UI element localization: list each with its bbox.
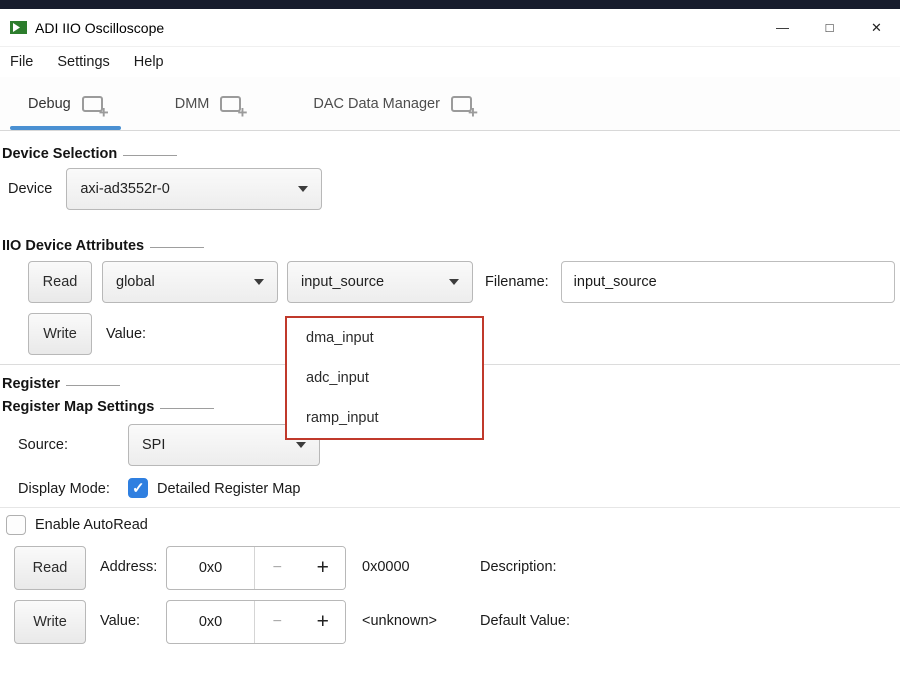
attribute-write-row: Write Value:: [28, 313, 146, 355]
window-controls: — □ ✕: [759, 9, 900, 46]
detach-plugin-icon[interactable]: [82, 96, 103, 112]
filename-label: Filename:: [485, 274, 549, 290]
device-row: Device axi-ad3552r-0: [8, 167, 322, 211]
value-increment-button[interactable]: +: [300, 601, 345, 643]
minimize-button[interactable]: —: [759, 9, 806, 46]
source-select-value: SPI: [142, 437, 165, 453]
attribute-name-value: input_source: [301, 274, 384, 290]
tab-debug-label: Debug: [28, 96, 71, 112]
value-readout: <unknown>: [362, 613, 437, 629]
enable-autoread-label: Enable AutoRead: [35, 517, 148, 533]
tab-dmm[interactable]: DMM: [157, 77, 260, 130]
menu-item-help[interactable]: Help: [134, 54, 164, 70]
address-hex-readout: 0x0000: [362, 559, 410, 575]
device-select-value: axi-ad3552r-0: [80, 181, 169, 197]
input-source-dropdown-popup: dma_input adc_input ramp_input: [285, 316, 484, 440]
menubar: File Settings Help: [0, 47, 900, 77]
address-increment-button[interactable]: +: [300, 547, 345, 589]
tab-dmm-label: DMM: [175, 96, 210, 112]
address-decrement-button[interactable]: −: [255, 547, 300, 589]
value-spinbox-value[interactable]: 0x0: [167, 601, 254, 643]
iio-attributes-group-label: IIO Device Attributes: [2, 238, 204, 254]
menu-item-settings[interactable]: Settings: [57, 54, 109, 70]
separator: [0, 507, 900, 508]
address-label: Address:: [100, 559, 157, 575]
source-label: Source:: [18, 437, 68, 453]
chevron-down-icon: [296, 442, 306, 448]
register-map-settings-group-label: Register Map Settings: [2, 399, 214, 415]
register-group-label: Register: [2, 376, 120, 392]
tab-dac-data-manager[interactable]: DAC Data Manager: [295, 77, 490, 130]
app-window: ADI IIO Oscilloscope — □ ✕ File Settings…: [0, 0, 900, 694]
tab-debug[interactable]: Debug: [10, 77, 121, 130]
filename-input[interactable]: [561, 261, 895, 303]
device-label: Device: [8, 181, 52, 197]
detailed-register-map-checkbox[interactable]: [128, 478, 148, 498]
attribute-value-label: Value:: [106, 326, 146, 342]
attribute-name-select[interactable]: input_source: [287, 261, 473, 303]
chevron-down-icon: [254, 279, 264, 285]
register-write-button[interactable]: Write: [14, 600, 86, 644]
register-map-settings-title: Register Map Settings: [2, 399, 154, 415]
tab-bar: Debug DMM DAC Data Manager: [0, 77, 900, 131]
attribute-read-row: Read global input_source Filename:: [28, 261, 895, 303]
display-mode-label: Display Mode:: [18, 481, 110, 497]
detailed-register-map-label: Detailed Register Map: [157, 481, 300, 497]
value-decrement-button[interactable]: −: [255, 601, 300, 643]
device-select[interactable]: axi-ad3552r-0: [66, 168, 322, 210]
attribute-write-button[interactable]: Write: [28, 313, 92, 355]
detach-plugin-icon[interactable]: [220, 96, 241, 112]
dropdown-option-dma-input[interactable]: dma_input: [287, 318, 482, 358]
chevron-down-icon: [298, 186, 308, 192]
default-value-label: Default Value:: [480, 613, 570, 629]
window-title: ADI IIO Oscilloscope: [35, 20, 164, 36]
titlebar: ADI IIO Oscilloscope — □ ✕: [0, 9, 900, 47]
enable-autoread-checkbox[interactable]: [6, 515, 26, 535]
menu-item-file[interactable]: File: [10, 54, 33, 70]
register-read-button[interactable]: Read: [14, 546, 86, 590]
address-spinbox: 0x0 − +: [166, 546, 346, 590]
maximize-button[interactable]: □: [806, 9, 853, 46]
register-title: Register: [2, 376, 60, 392]
iio-attributes-title: IIO Device Attributes: [2, 238, 144, 254]
dropdown-option-adc-input[interactable]: adc_input: [287, 358, 482, 398]
dropdown-option-ramp-input[interactable]: ramp_input: [287, 398, 482, 438]
app-icon: [10, 21, 27, 34]
detach-plugin-icon[interactable]: [451, 96, 472, 112]
attribute-scope-select[interactable]: global: [102, 261, 278, 303]
attribute-read-button[interactable]: Read: [28, 261, 92, 303]
attribute-scope-value: global: [116, 274, 155, 290]
register-value-label: Value:: [100, 613, 140, 629]
address-spinbox-value[interactable]: 0x0: [167, 547, 254, 589]
device-selection-group-label: Device Selection: [2, 146, 177, 162]
device-selection-title: Device Selection: [2, 146, 117, 162]
tab-dac-label: DAC Data Manager: [313, 96, 440, 112]
close-button[interactable]: ✕: [853, 9, 900, 46]
chevron-down-icon: [449, 279, 459, 285]
background-window-strip: [0, 0, 900, 9]
value-spinbox: 0x0 − +: [166, 600, 346, 644]
description-label: Description:: [480, 559, 557, 575]
